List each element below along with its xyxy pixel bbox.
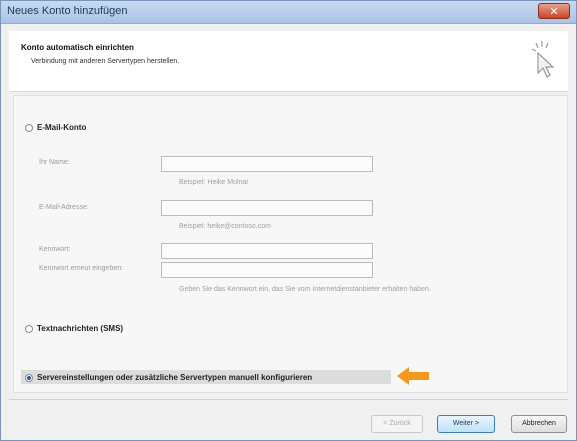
window-title: Neues Konto hinzufügen xyxy=(7,5,128,17)
password-input[interactable] xyxy=(161,243,373,259)
title-bar: Neues Konto hinzufügen ✕ xyxy=(1,1,576,24)
email-account-option[interactable]: E-Mail-Konto xyxy=(25,123,86,132)
email-account-label: E-Mail-Konto xyxy=(37,123,87,132)
email-account-radio[interactable] xyxy=(25,123,33,132)
password-confirm-label: Kennwort erneut eingeben: xyxy=(39,265,124,272)
close-button[interactable]: ✕ xyxy=(538,3,570,19)
back-button[interactable]: < Zurück xyxy=(371,415,423,433)
manual-config-option[interactable]: Servereinstellungen oder zusätzliche Ser… xyxy=(25,373,312,382)
name-hint: Beispiel: Heike Molnar xyxy=(179,179,249,186)
sms-option[interactable]: Textnachrichten (SMS) xyxy=(25,324,123,333)
header-title: Konto automatisch einrichten xyxy=(21,43,134,52)
email-hint: Beispiel: heike@contoso.com xyxy=(179,223,271,230)
cancel-button[interactable]: Abbrechen xyxy=(511,415,567,433)
sms-label: Textnachrichten (SMS) xyxy=(37,324,124,333)
manual-config-label: Servereinstellungen oder zusätzliche Ser… xyxy=(37,373,313,382)
password-hint: Geben Sie das Kennwort ein, das Sie vom … xyxy=(179,286,431,293)
dialog-window: Neues Konto hinzufügen ✕ Konto automatis… xyxy=(0,0,577,441)
manual-config-radio[interactable] xyxy=(25,373,33,382)
password-confirm-input[interactable] xyxy=(161,262,373,278)
footer-divider xyxy=(9,399,568,400)
cursor-icon xyxy=(531,41,555,78)
name-input[interactable] xyxy=(161,156,373,172)
header-subtitle: Verbindung mit anderen Servertypen herst… xyxy=(31,58,180,65)
header-panel: Konto automatisch einrichten Verbindung … xyxy=(9,31,568,92)
password-label: Kennwort: xyxy=(39,246,71,253)
arrow-icon xyxy=(397,367,429,385)
sms-radio[interactable] xyxy=(25,324,33,333)
name-label: Ihr Name: xyxy=(39,159,70,166)
email-input[interactable] xyxy=(161,200,373,216)
next-button[interactable]: Weiter > xyxy=(437,415,495,433)
email-label: E-Mail-Adresse: xyxy=(39,204,89,211)
